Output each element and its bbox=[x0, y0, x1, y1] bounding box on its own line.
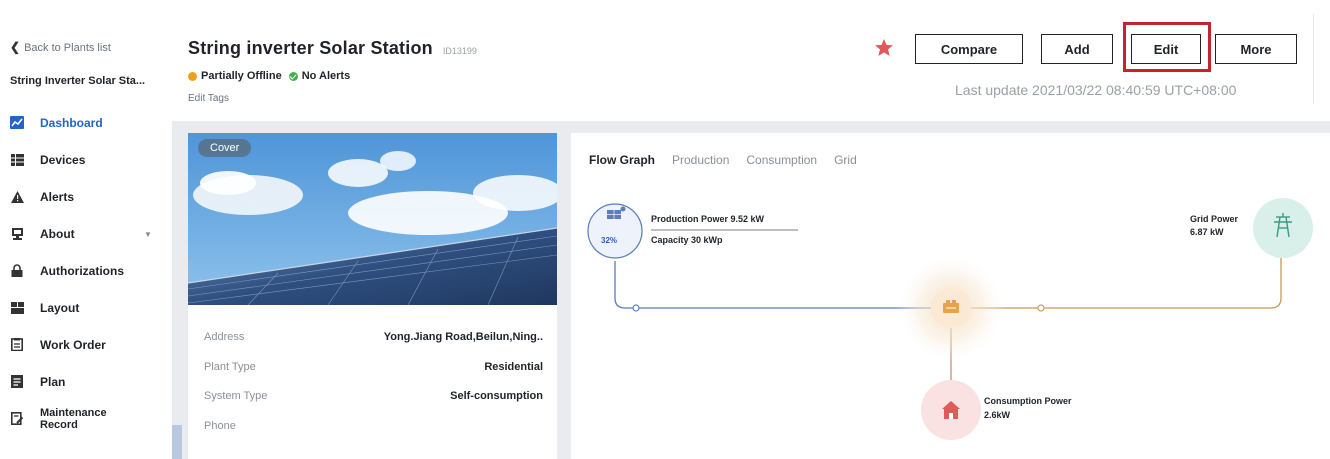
alert-icon bbox=[10, 190, 24, 204]
chevron-down-icon[interactable]: ▼ bbox=[144, 230, 152, 239]
edit-tags-link[interactable]: Edit Tags bbox=[188, 93, 229, 104]
capacity: Capacity 30 kWp bbox=[651, 235, 723, 245]
sidebar-item-label: Devices bbox=[40, 152, 86, 167]
back-link-label: Back to Plants list bbox=[24, 42, 111, 54]
info-key: Address bbox=[204, 331, 245, 343]
plant-name-short: String Inverter Solar Sta... bbox=[10, 75, 146, 87]
favorite-star-icon[interactable] bbox=[874, 38, 894, 58]
edit-button-highlight bbox=[1123, 22, 1211, 72]
page-title: String inverter Solar Station bbox=[188, 38, 433, 58]
sidebar-item-layout[interactable]: Layout bbox=[0, 289, 168, 326]
sidebar: ❮ Back to Plants list String Inverter Sol… bbox=[0, 0, 168, 459]
status-no-alerts: No Alerts bbox=[301, 70, 351, 82]
status-partially-offline: Partially Offline bbox=[201, 70, 282, 82]
maintenance-icon bbox=[10, 412, 24, 426]
divider bbox=[1313, 14, 1314, 104]
production-node bbox=[587, 203, 643, 259]
sidebar-item-label: Work Order bbox=[40, 337, 106, 352]
about-icon bbox=[10, 227, 24, 241]
work-order-icon bbox=[10, 338, 24, 352]
sidebar-item-label: About bbox=[40, 226, 75, 241]
sidebar-item-about[interactable]: About ▼ bbox=[0, 215, 168, 252]
grid-power-value: 6.87 kW bbox=[1190, 227, 1224, 237]
partially-offline-icon bbox=[188, 71, 197, 81]
sidebar-item-dashboard[interactable]: Dashboard bbox=[0, 104, 168, 141]
cover-label[interactable]: Cover bbox=[198, 139, 252, 157]
info-value: Yong.Jiang Road,Beilun,Ning.. bbox=[383, 331, 543, 343]
production-percent: 32% bbox=[601, 236, 618, 245]
dashboard-icon bbox=[10, 116, 24, 130]
sidebar-item-devices[interactable]: Devices bbox=[0, 141, 168, 178]
compare-button[interactable]: Compare bbox=[915, 34, 1023, 64]
consumption-node bbox=[921, 380, 981, 440]
sidebar-item-label: Layout bbox=[40, 300, 80, 315]
sidebar-item-label: Authorizations bbox=[40, 263, 124, 278]
last-update: Last update 2021/03/22 08:40:59 UTC+08:0… bbox=[955, 82, 1237, 98]
sidebar-nav: Dashboard Devices Alerts About ▼ Authori… bbox=[0, 104, 168, 437]
layout-icon bbox=[10, 301, 24, 315]
check-circle-icon bbox=[288, 71, 298, 81]
info-row-system-type: System Type Self-consumption bbox=[204, 390, 543, 402]
cover-image: Cover bbox=[188, 133, 557, 305]
info-value: Residential bbox=[484, 361, 543, 373]
info-key: System Type bbox=[204, 390, 268, 402]
info-row-address: Address Yong.Jiang Road,Beilun,Ning.. bbox=[204, 331, 543, 343]
flow-graph-card: Flow Graph Production Consumption Grid 3… bbox=[571, 133, 1330, 459]
inverter-node bbox=[931, 288, 971, 328]
plant-id: ID13199 bbox=[442, 46, 477, 56]
grid-power-label: Grid Power bbox=[1190, 214, 1239, 224]
sidebar-item-label: Plan bbox=[40, 374, 66, 389]
lock-icon bbox=[10, 264, 24, 278]
devices-icon bbox=[10, 153, 24, 167]
plant-info-card: Cover Address Yong.Jiang Road,Beilun,Nin… bbox=[188, 133, 557, 459]
chevron-left-icon: ❮ bbox=[10, 40, 21, 54]
sidebar-item-work-order[interactable]: Work Order bbox=[0, 326, 168, 363]
back-to-plants-link[interactable]: ❮ Back to Plants list bbox=[10, 40, 111, 54]
page-header: String inverter Solar Station ID13199 bbox=[188, 38, 477, 59]
sidebar-item-authorizations[interactable]: Authorizations bbox=[0, 252, 168, 289]
sidebar-item-maintenance-record[interactable]: Maintenance Record bbox=[0, 400, 168, 437]
collapse-handle[interactable] bbox=[172, 425, 182, 459]
grid-node bbox=[1253, 198, 1313, 258]
flow-diagram bbox=[587, 198, 1313, 440]
sidebar-item-plan[interactable]: Plan bbox=[0, 363, 168, 400]
consumption-power-value: 2.6kW bbox=[984, 410, 1011, 420]
info-row-plant-type: Plant Type Residential bbox=[204, 361, 543, 373]
production-flow-line bbox=[614, 261, 936, 309]
status-row: Partially Offline No Alerts bbox=[188, 70, 350, 82]
info-row-phone: Phone bbox=[204, 420, 543, 432]
plan-icon bbox=[10, 375, 24, 389]
info-key: Phone bbox=[204, 420, 236, 432]
add-button[interactable]: Add bbox=[1041, 34, 1113, 64]
info-key: Plant Type bbox=[204, 361, 256, 373]
sidebar-item-label: Maintenance Record bbox=[40, 406, 107, 431]
grid-flow-line bbox=[966, 258, 1282, 309]
sidebar-item-label: Alerts bbox=[40, 189, 75, 204]
info-value: Self-consumption bbox=[450, 390, 543, 402]
sidebar-item-alerts[interactable]: Alerts bbox=[0, 178, 168, 215]
sidebar-item-label: Dashboard bbox=[40, 115, 103, 130]
production-power: Production Power 9.52 kW bbox=[651, 214, 765, 224]
consumption-power-label: Consumption Power bbox=[984, 396, 1072, 406]
more-button[interactable]: More bbox=[1215, 34, 1297, 64]
